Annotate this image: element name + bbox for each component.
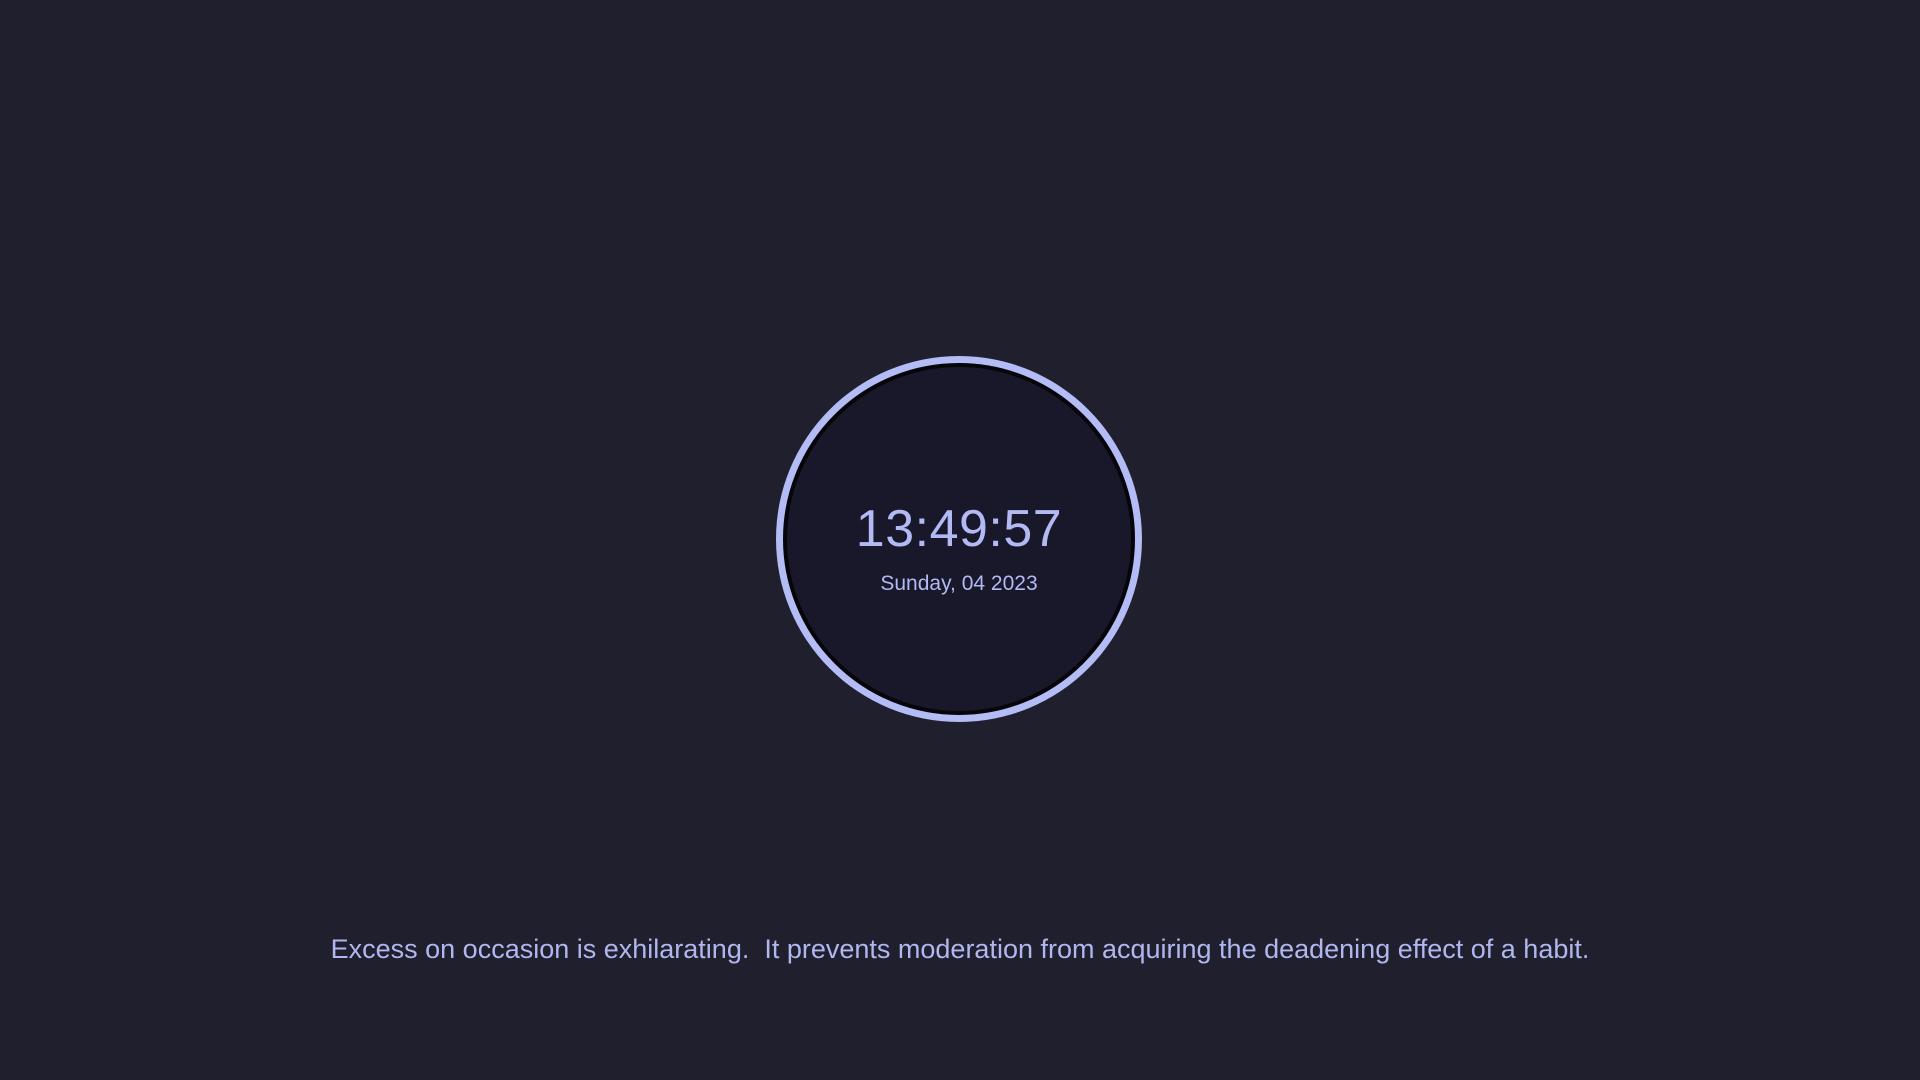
clock-time: 13:49:57 — [855, 500, 1063, 558]
clock-ring: 13:49:57 Sunday, 04 2023 — [776, 356, 1142, 722]
quote-text: Excess on occasion is exhilarating. It p… — [330, 934, 1590, 964]
clock-face: 13:49:57 Sunday, 04 2023 — [783, 363, 1135, 715]
new-tab-page: 13:49:57 Sunday, 04 2023 Excess on occas… — [0, 0, 1920, 1080]
clock-date: Sunday, 04 2023 — [880, 572, 1038, 595]
